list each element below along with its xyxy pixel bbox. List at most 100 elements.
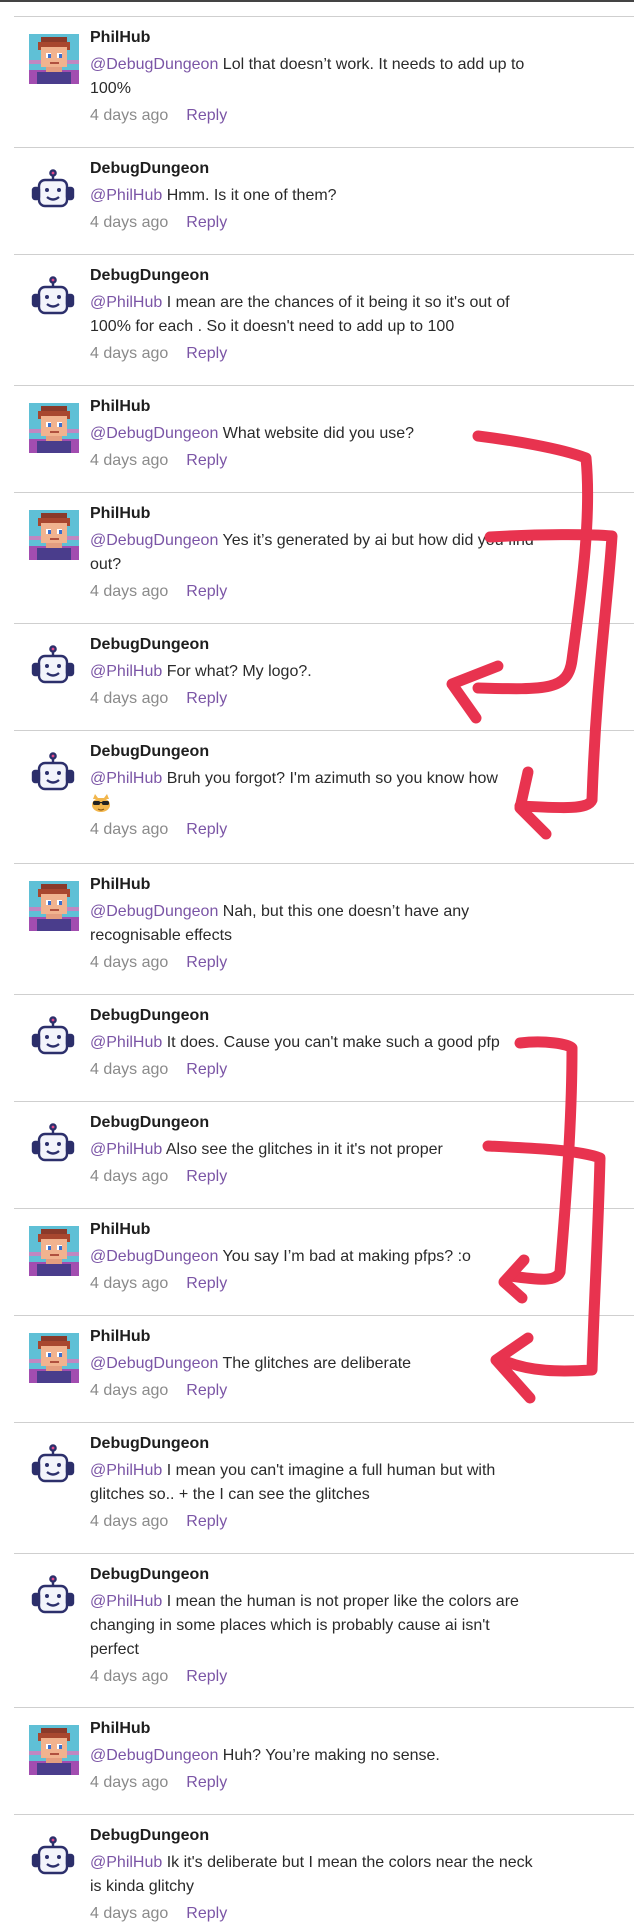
mention-link[interactable]: @PhilHub (90, 770, 162, 787)
reply-button[interactable]: Reply (186, 345, 227, 362)
comment-timestamp: 4 days ago (90, 1905, 169, 1922)
mention-link[interactable]: @PhilHub (90, 187, 162, 204)
comment-text: @PhilHub Hmm. Is it one of them? (90, 184, 540, 208)
mention-link[interactable]: @PhilHub (90, 1593, 162, 1610)
comment-timestamp: 4 days ago (90, 452, 169, 469)
comment-author[interactable]: DebugDungeon (90, 636, 209, 654)
comment-author[interactable]: DebugDungeon (90, 743, 209, 761)
reply-button[interactable]: Reply (186, 214, 227, 231)
comment-timestamp: 4 days ago (90, 1168, 169, 1185)
comment-divider (14, 1208, 634, 1209)
reply-button[interactable]: Reply (186, 1275, 227, 1292)
comment-author[interactable]: DebugDungeon (90, 1114, 209, 1132)
comment-meta: 4 days ago Reply (90, 1905, 227, 1923)
robot-avatar[interactable] (30, 169, 76, 215)
comment-author[interactable]: DebugDungeon (90, 160, 209, 178)
mention-link[interactable]: @DebugDungeon (90, 903, 218, 920)
comment-author[interactable]: PhilHub (90, 876, 150, 894)
comment-meta: 4 days ago Reply (90, 1275, 227, 1293)
reply-button[interactable]: Reply (186, 1168, 227, 1185)
comment-timestamp: 4 days ago (90, 345, 169, 362)
comment-timestamp: 4 days ago (90, 1513, 169, 1530)
reply-button[interactable]: Reply (186, 583, 227, 600)
comment-author[interactable]: DebugDungeon (90, 267, 209, 285)
comment-body: Also see the glitches in it it's not pro… (162, 1141, 443, 1158)
comment-meta: 4 days ago Reply (90, 1774, 227, 1792)
comment-meta: 4 days ago Reply (90, 1061, 227, 1079)
comment-text: @DebugDungeon What website did you use? (90, 422, 540, 446)
mention-link[interactable]: @DebugDungeon (90, 56, 218, 73)
reply-button[interactable]: Reply (186, 821, 227, 838)
comment-body: Bruh you forgot? I'm azimuth so you know… (162, 770, 498, 787)
comment-author[interactable]: PhilHub (90, 1221, 150, 1239)
reply-button[interactable]: Reply (186, 1061, 227, 1078)
comment-text: @DebugDungeon The glitches are deliberat… (90, 1352, 540, 1376)
mention-link[interactable]: @DebugDungeon (90, 1355, 218, 1372)
robot-avatar[interactable] (30, 1444, 76, 1490)
mention-link[interactable]: @PhilHub (90, 1141, 162, 1158)
robot-avatar[interactable] (30, 276, 76, 322)
reply-button[interactable]: Reply (186, 452, 227, 469)
comment-author[interactable]: PhilHub (90, 1720, 150, 1738)
comment-author[interactable]: DebugDungeon (90, 1007, 209, 1025)
reply-button[interactable]: Reply (186, 1382, 227, 1399)
reply-button[interactable]: Reply (186, 690, 227, 707)
mention-link[interactable]: @PhilHub (90, 294, 162, 311)
comment-divider (14, 1315, 634, 1316)
mention-link[interactable]: @PhilHub (90, 663, 162, 680)
mention-link[interactable]: @DebugDungeon (90, 532, 218, 549)
mention-link[interactable]: @DebugDungeon (90, 1248, 218, 1265)
comment-meta: 4 days ago Reply (90, 583, 227, 601)
robot-avatar[interactable] (30, 1836, 76, 1882)
comment-timestamp: 4 days ago (90, 690, 169, 707)
reply-button[interactable]: Reply (186, 1774, 227, 1791)
robot-avatar[interactable] (30, 1575, 76, 1621)
comment-meta: 4 days ago Reply (90, 821, 227, 839)
pixel-person-avatar[interactable] (29, 1226, 79, 1276)
comment-author[interactable]: PhilHub (90, 1328, 150, 1346)
comment-item: DebugDungeon @PhilHub It does. Cause you … (0, 994, 634, 1100)
reply-button[interactable]: Reply (186, 1668, 227, 1685)
comment-author[interactable]: DebugDungeon (90, 1827, 209, 1845)
comment-divider (14, 1707, 634, 1708)
mention-link[interactable]: @PhilHub (90, 1034, 162, 1051)
pixel-person-avatar[interactable] (29, 1333, 79, 1383)
reply-button[interactable]: Reply (186, 954, 227, 971)
comment-divider (14, 863, 634, 864)
pixel-person-avatar[interactable] (29, 510, 79, 560)
mention-link[interactable]: @DebugDungeon (90, 1747, 218, 1764)
pixel-person-avatar[interactable] (29, 881, 79, 931)
comment-divider (14, 1101, 634, 1102)
comment-author[interactable]: DebugDungeon (90, 1566, 209, 1584)
pixel-person-avatar[interactable] (29, 403, 79, 453)
cat-sunglasses-emoji (90, 793, 112, 812)
comment-timestamp: 4 days ago (90, 583, 169, 600)
reply-button[interactable]: Reply (186, 1513, 227, 1530)
pixel-person-avatar[interactable] (29, 34, 79, 84)
comment-author[interactable]: PhilHub (90, 505, 150, 523)
mention-link[interactable]: @DebugDungeon (90, 425, 218, 442)
comment-text: @PhilHub I mean the human is not proper … (90, 1590, 540, 1662)
comment-author[interactable]: PhilHub (90, 29, 150, 47)
robot-avatar[interactable] (30, 1123, 76, 1169)
comment-item: DebugDungeon @PhilHub Ik it's deliberate … (0, 1814, 634, 1931)
mention-link[interactable]: @PhilHub (90, 1854, 162, 1871)
comment-text: @PhilHub For what? My logo?. (90, 660, 540, 684)
comment-text: @DebugDungeon Nah, but this one doesn’t … (90, 900, 540, 948)
comment-meta: 4 days ago Reply (90, 1382, 227, 1400)
comment-timestamp: 4 days ago (90, 1668, 169, 1685)
comment-author[interactable]: DebugDungeon (90, 1435, 209, 1453)
mention-link[interactable]: @PhilHub (90, 1462, 162, 1479)
comment-item: DebugDungeon @PhilHub For what? My logo?.… (0, 623, 634, 729)
comment-author[interactable]: PhilHub (90, 398, 150, 416)
comment-timestamp: 4 days ago (90, 1061, 169, 1078)
comment-item: DebugDungeon @PhilHub Also see the glitch… (0, 1101, 634, 1207)
reply-button[interactable]: Reply (186, 1905, 227, 1922)
robot-avatar[interactable] (30, 645, 76, 691)
pixel-person-avatar[interactable] (29, 1725, 79, 1775)
comment-body: The glitches are deliberate (218, 1355, 412, 1372)
robot-avatar[interactable] (30, 1016, 76, 1062)
robot-avatar[interactable] (30, 752, 76, 798)
reply-button[interactable]: Reply (186, 107, 227, 124)
comment-divider (14, 492, 634, 493)
